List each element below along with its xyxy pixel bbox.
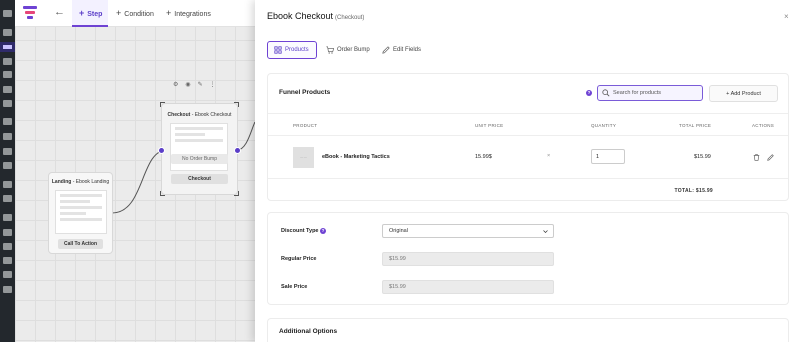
pricing-card: Discount Type ? Original Regular Price $… <box>267 212 789 305</box>
tab-order-bump-label: Order Bump <box>337 47 370 53</box>
appearance-icon[interactable] <box>3 214 12 221</box>
selection-corner <box>160 191 165 196</box>
selection-corner <box>234 102 239 107</box>
cart-icon <box>326 46 334 54</box>
plugins-icon[interactable] <box>3 229 12 236</box>
pin-icon[interactable] <box>3 29 12 36</box>
selection-corner <box>234 191 239 196</box>
column-header-unit-price: UNIT PRICE <box>475 123 504 128</box>
panel-subtitle: (Checkout) <box>335 15 365 21</box>
edit-icon[interactable]: ✎ <box>198 82 203 88</box>
search-placeholder: Search for products <box>613 90 661 96</box>
trash-icon[interactable] <box>753 154 760 161</box>
additional-options-card[interactable]: Additional Options <box>267 318 789 342</box>
tab-products[interactable]: Products <box>267 41 317 59</box>
eye-icon[interactable]: ◉ <box>185 82 190 88</box>
multiply-sign: × <box>547 153 551 159</box>
users-icon[interactable] <box>3 243 12 250</box>
funnel-menu-icon[interactable] <box>0 42 15 52</box>
chevron-down-icon <box>543 230 548 233</box>
funnel-products-card: Funnel Products ? Search for products + … <box>267 73 789 201</box>
quantity-input[interactable]: 1 <box>591 149 625 164</box>
settings-icon[interactable]: ⚙ <box>173 82 178 88</box>
analytics-icon[interactable] <box>3 148 12 155</box>
tools-icon[interactable] <box>3 257 12 264</box>
grid-icon <box>274 46 282 54</box>
pencil-icon <box>382 46 390 54</box>
media-icon[interactable] <box>3 58 12 65</box>
column-header-quantity: QUANTITY <box>591 123 617 128</box>
discount-type-select[interactable]: Original <box>382 224 554 238</box>
search-icon <box>602 89 610 97</box>
products-total: TOTAL: $15.99 <box>674 188 713 194</box>
output-handle[interactable] <box>234 147 241 154</box>
add-product-button[interactable]: + Add Product <box>709 85 778 102</box>
product-name: eBook - Marketing Tactics <box>322 154 390 160</box>
checkout-button[interactable]: Checkout <box>171 174 228 184</box>
discount-type-label: Discount Type ? <box>281 228 327 234</box>
call-to-action-button[interactable]: Call To Action <box>58 239 103 249</box>
products-icon[interactable] <box>3 133 12 140</box>
landing-page-thumbnail <box>55 190 107 234</box>
tab-products-label: Products <box>285 47 309 53</box>
regular-price-field[interactable]: $15.99 <box>382 252 554 266</box>
products-table-header: PRODUCT UNIT PRICE QUANTITY TOTAL PRICE … <box>268 113 788 136</box>
table-row: — — eBook - Marketing Tactics 15.99$ × 1… <box>268 136 788 179</box>
posts-icon[interactable] <box>3 86 12 93</box>
pages-icon[interactable] <box>3 71 12 78</box>
landing-step-node[interactable]: Landing - Ebook Landing Call To Action <box>48 172 113 254</box>
discount-type-value: Original <box>389 228 408 234</box>
close-icon[interactable]: × <box>784 12 789 21</box>
circle-icon[interactable] <box>3 181 12 188</box>
folder-icon[interactable] <box>3 195 12 202</box>
settings-icon[interactable] <box>3 271 12 278</box>
checkout-node-title: Checkout - Ebook Checkout <box>167 112 232 118</box>
admin-sidebar <box>0 0 15 342</box>
marketing-icon[interactable] <box>3 162 12 169</box>
more-icon[interactable]: ⋮ <box>210 82 216 88</box>
column-header-product: PRODUCT <box>293 123 318 128</box>
tab-order-bump[interactable]: Order Bump <box>320 41 376 59</box>
tab-edit-fields[interactable]: Edit Fields <box>376 41 427 59</box>
landing-node-title: Landing - Ebook Landing <box>51 179 110 185</box>
comments-icon[interactable] <box>3 100 12 107</box>
woo-icon[interactable] <box>3 118 12 125</box>
regular-price-label: Regular Price <box>281 256 317 262</box>
product-search-input[interactable]: Search for products <box>597 85 703 101</box>
order-bump-label: No Order Bump <box>171 154 228 164</box>
node-toolbar: ⚙ ◉ ✎ ⋮ <box>173 81 243 88</box>
column-header-actions: ACTIONS <box>752 123 775 128</box>
checkout-step-node[interactable]: Checkout - Ebook Checkout No Order Bump … <box>158 102 241 196</box>
panel-title: Ebook Checkout (Checkout) <box>267 11 365 21</box>
unit-price: 15.99$ <box>475 154 492 160</box>
tab-edit-fields-label: Edit Fields <box>393 47 422 53</box>
product-image: — — <box>293 147 314 168</box>
help-icon[interactable]: ? <box>320 228 327 234</box>
selection-corner <box>160 102 165 107</box>
edit-icon[interactable] <box>767 154 774 161</box>
column-header-total-price: TOTAL PRICE <box>679 123 712 128</box>
step-settings-panel: Ebook Checkout (Checkout) × Products Orde… <box>255 0 800 342</box>
dashboard-icon[interactable] <box>3 10 12 17</box>
additional-options-title: Additional Options <box>279 328 338 335</box>
input-handle[interactable] <box>158 147 165 154</box>
funnel-products-title: Funnel Products <box>279 89 331 96</box>
collapse-icon[interactable] <box>3 286 12 293</box>
sale-price-field[interactable]: $15.99 <box>382 280 554 294</box>
help-icon[interactable]: ? <box>586 90 592 96</box>
row-total-price: $15.99 <box>694 154 711 160</box>
funnel-canvas[interactable]: ← + Step + Condition + Integrations Landing… <box>15 0 255 342</box>
sale-price-label: Sale Price <box>281 284 308 290</box>
